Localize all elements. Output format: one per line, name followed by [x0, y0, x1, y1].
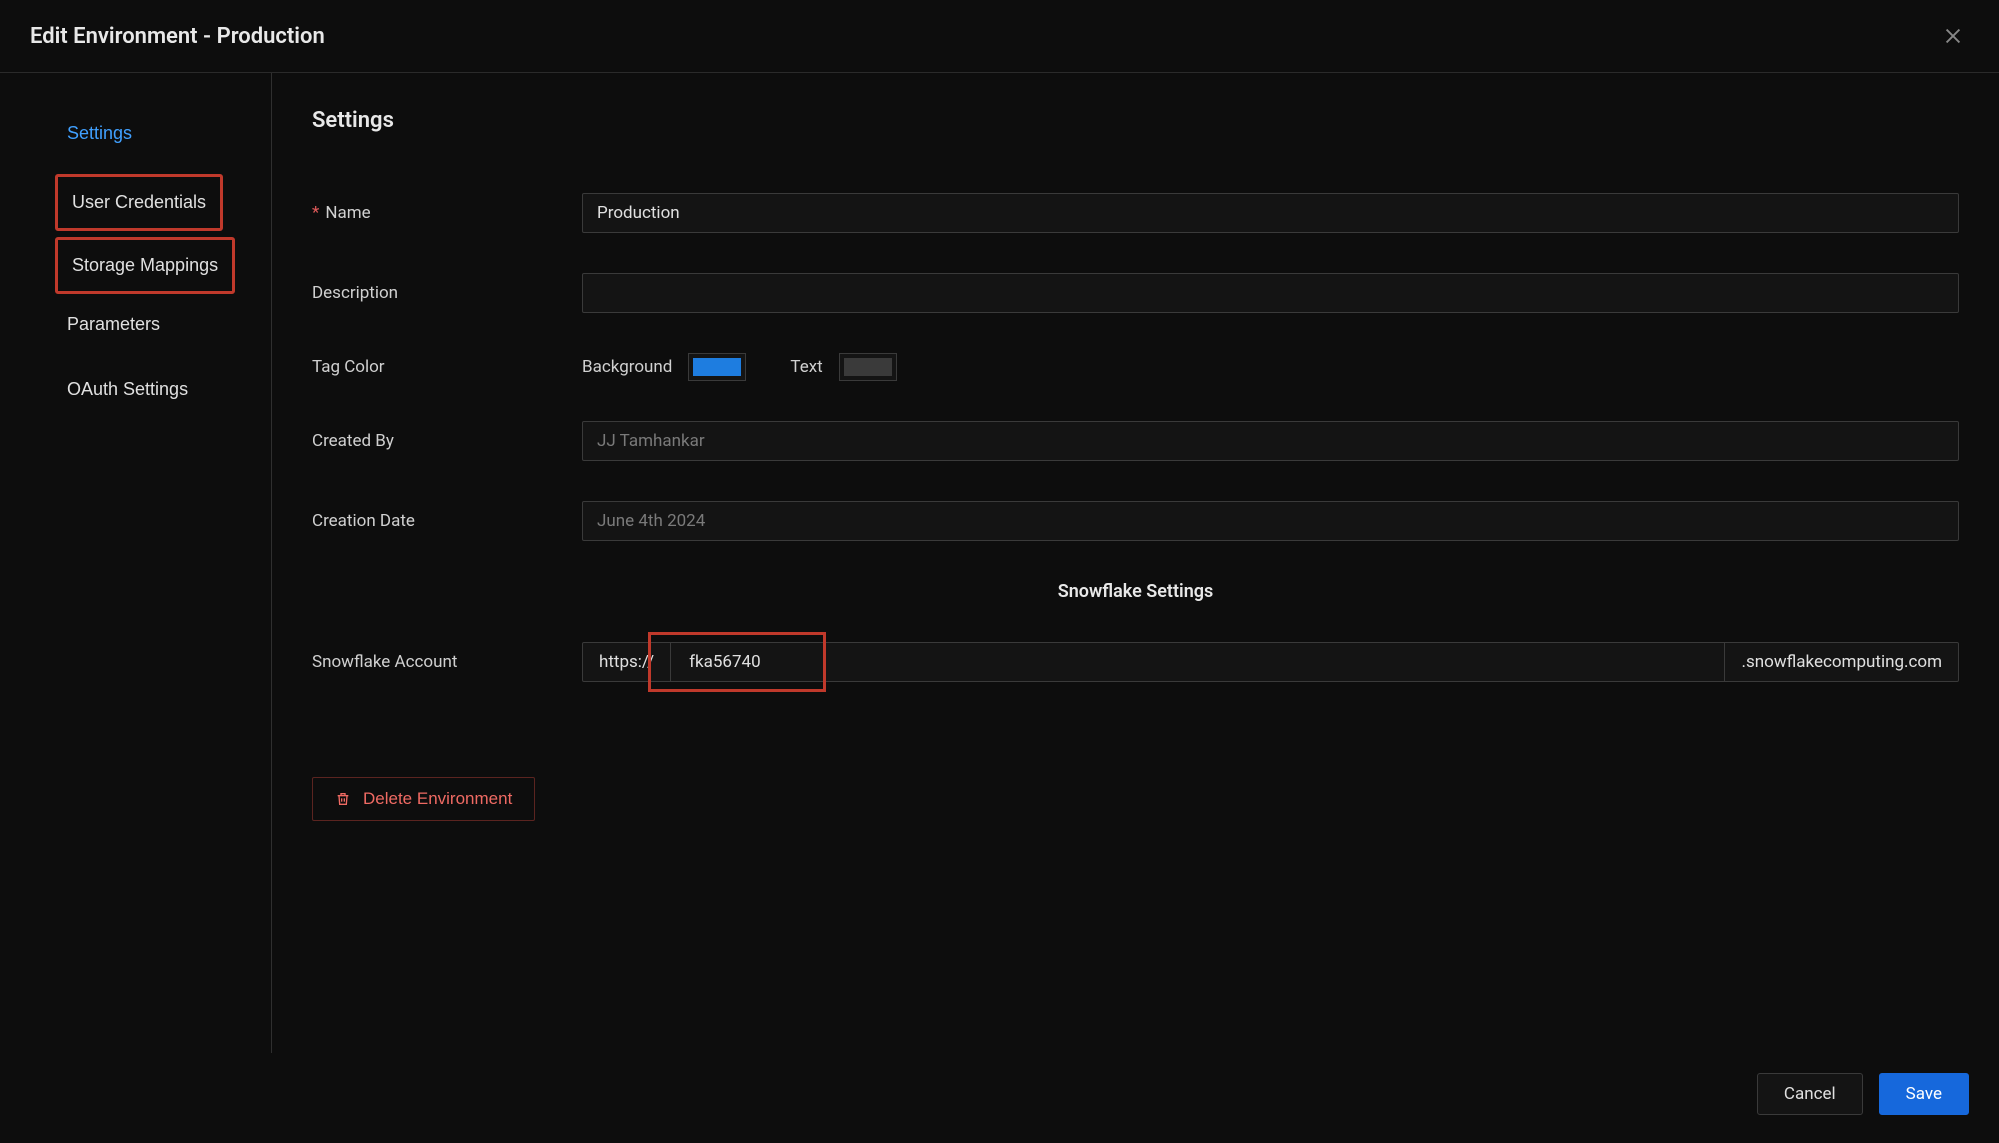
- cancel-button[interactable]: Cancel: [1757, 1073, 1863, 1115]
- tab-user-credentials[interactable]: User Credentials: [55, 174, 223, 231]
- save-button[interactable]: Save: [1879, 1073, 1969, 1115]
- name-input[interactable]: [582, 193, 1959, 233]
- modal-header: Edit Environment - Production: [0, 0, 1999, 73]
- tab-parameters[interactable]: Parameters: [55, 304, 172, 345]
- tab-settings[interactable]: Settings: [55, 113, 144, 154]
- edit-environment-modal: Edit Environment - Production Settings U…: [0, 0, 1999, 1143]
- trash-icon: [335, 791, 351, 807]
- creation-date-label: Creation Date: [312, 511, 582, 531]
- tag-text-label: Text: [790, 357, 822, 377]
- description-input[interactable]: [582, 273, 1959, 313]
- snowflake-account-label: Snowflake Account: [312, 642, 582, 682]
- close-icon: [1942, 25, 1964, 47]
- snowflake-account-row: Snowflake Account https:// .snowflakecom…: [312, 642, 1959, 682]
- delete-environment-button[interactable]: Delete Environment: [312, 777, 535, 821]
- tag-text-color-icon: [844, 358, 892, 376]
- close-button[interactable]: [1937, 20, 1969, 52]
- modal-footer: Cancel Save: [0, 1053, 1999, 1143]
- creation-date-value: [582, 501, 1959, 541]
- tag-text-group: Text: [790, 353, 896, 381]
- snowflake-suffix: .snowflakecomputing.com: [1724, 642, 1959, 682]
- sidebar: Settings User Credentials Storage Mappin…: [0, 73, 272, 1053]
- modal-title: Edit Environment - Production: [30, 24, 325, 49]
- content-title: Settings: [312, 108, 1959, 133]
- tab-storage-mappings[interactable]: Storage Mappings: [55, 237, 235, 294]
- content-pane: Settings *Name Description Tag Color Bac…: [272, 73, 1999, 1053]
- created-by-label: Created By: [312, 431, 582, 451]
- name-label: *Name: [312, 203, 582, 223]
- delete-environment-label: Delete Environment: [363, 789, 512, 809]
- snowflake-account-input[interactable]: [671, 642, 1724, 682]
- field-tag-color-row: Tag Color Background Text: [312, 353, 1959, 381]
- tag-color-controls: Background Text: [582, 353, 897, 381]
- tag-bg-group: Background: [582, 353, 746, 381]
- required-mark: *: [312, 203, 319, 223]
- field-created-by-row: Created By: [312, 421, 1959, 461]
- tag-text-swatch[interactable]: [839, 353, 897, 381]
- snowflake-section-title: Snowflake Settings: [312, 581, 1959, 602]
- snowflake-input-wrap: [671, 642, 1724, 682]
- description-label: Description: [312, 283, 582, 303]
- tag-color-label: Tag Color: [312, 357, 582, 377]
- tag-bg-swatch[interactable]: [688, 353, 746, 381]
- created-by-value: [582, 421, 1959, 461]
- tag-bg-label: Background: [582, 357, 672, 377]
- snowflake-prefix: https://: [582, 642, 671, 682]
- field-creation-date-row: Creation Date: [312, 501, 1959, 541]
- tab-oauth-settings[interactable]: OAuth Settings: [55, 369, 200, 410]
- field-name-row: *Name: [312, 193, 1959, 233]
- field-description-row: Description: [312, 273, 1959, 313]
- tag-bg-color-icon: [693, 358, 741, 376]
- modal-body: Settings User Credentials Storage Mappin…: [0, 73, 1999, 1053]
